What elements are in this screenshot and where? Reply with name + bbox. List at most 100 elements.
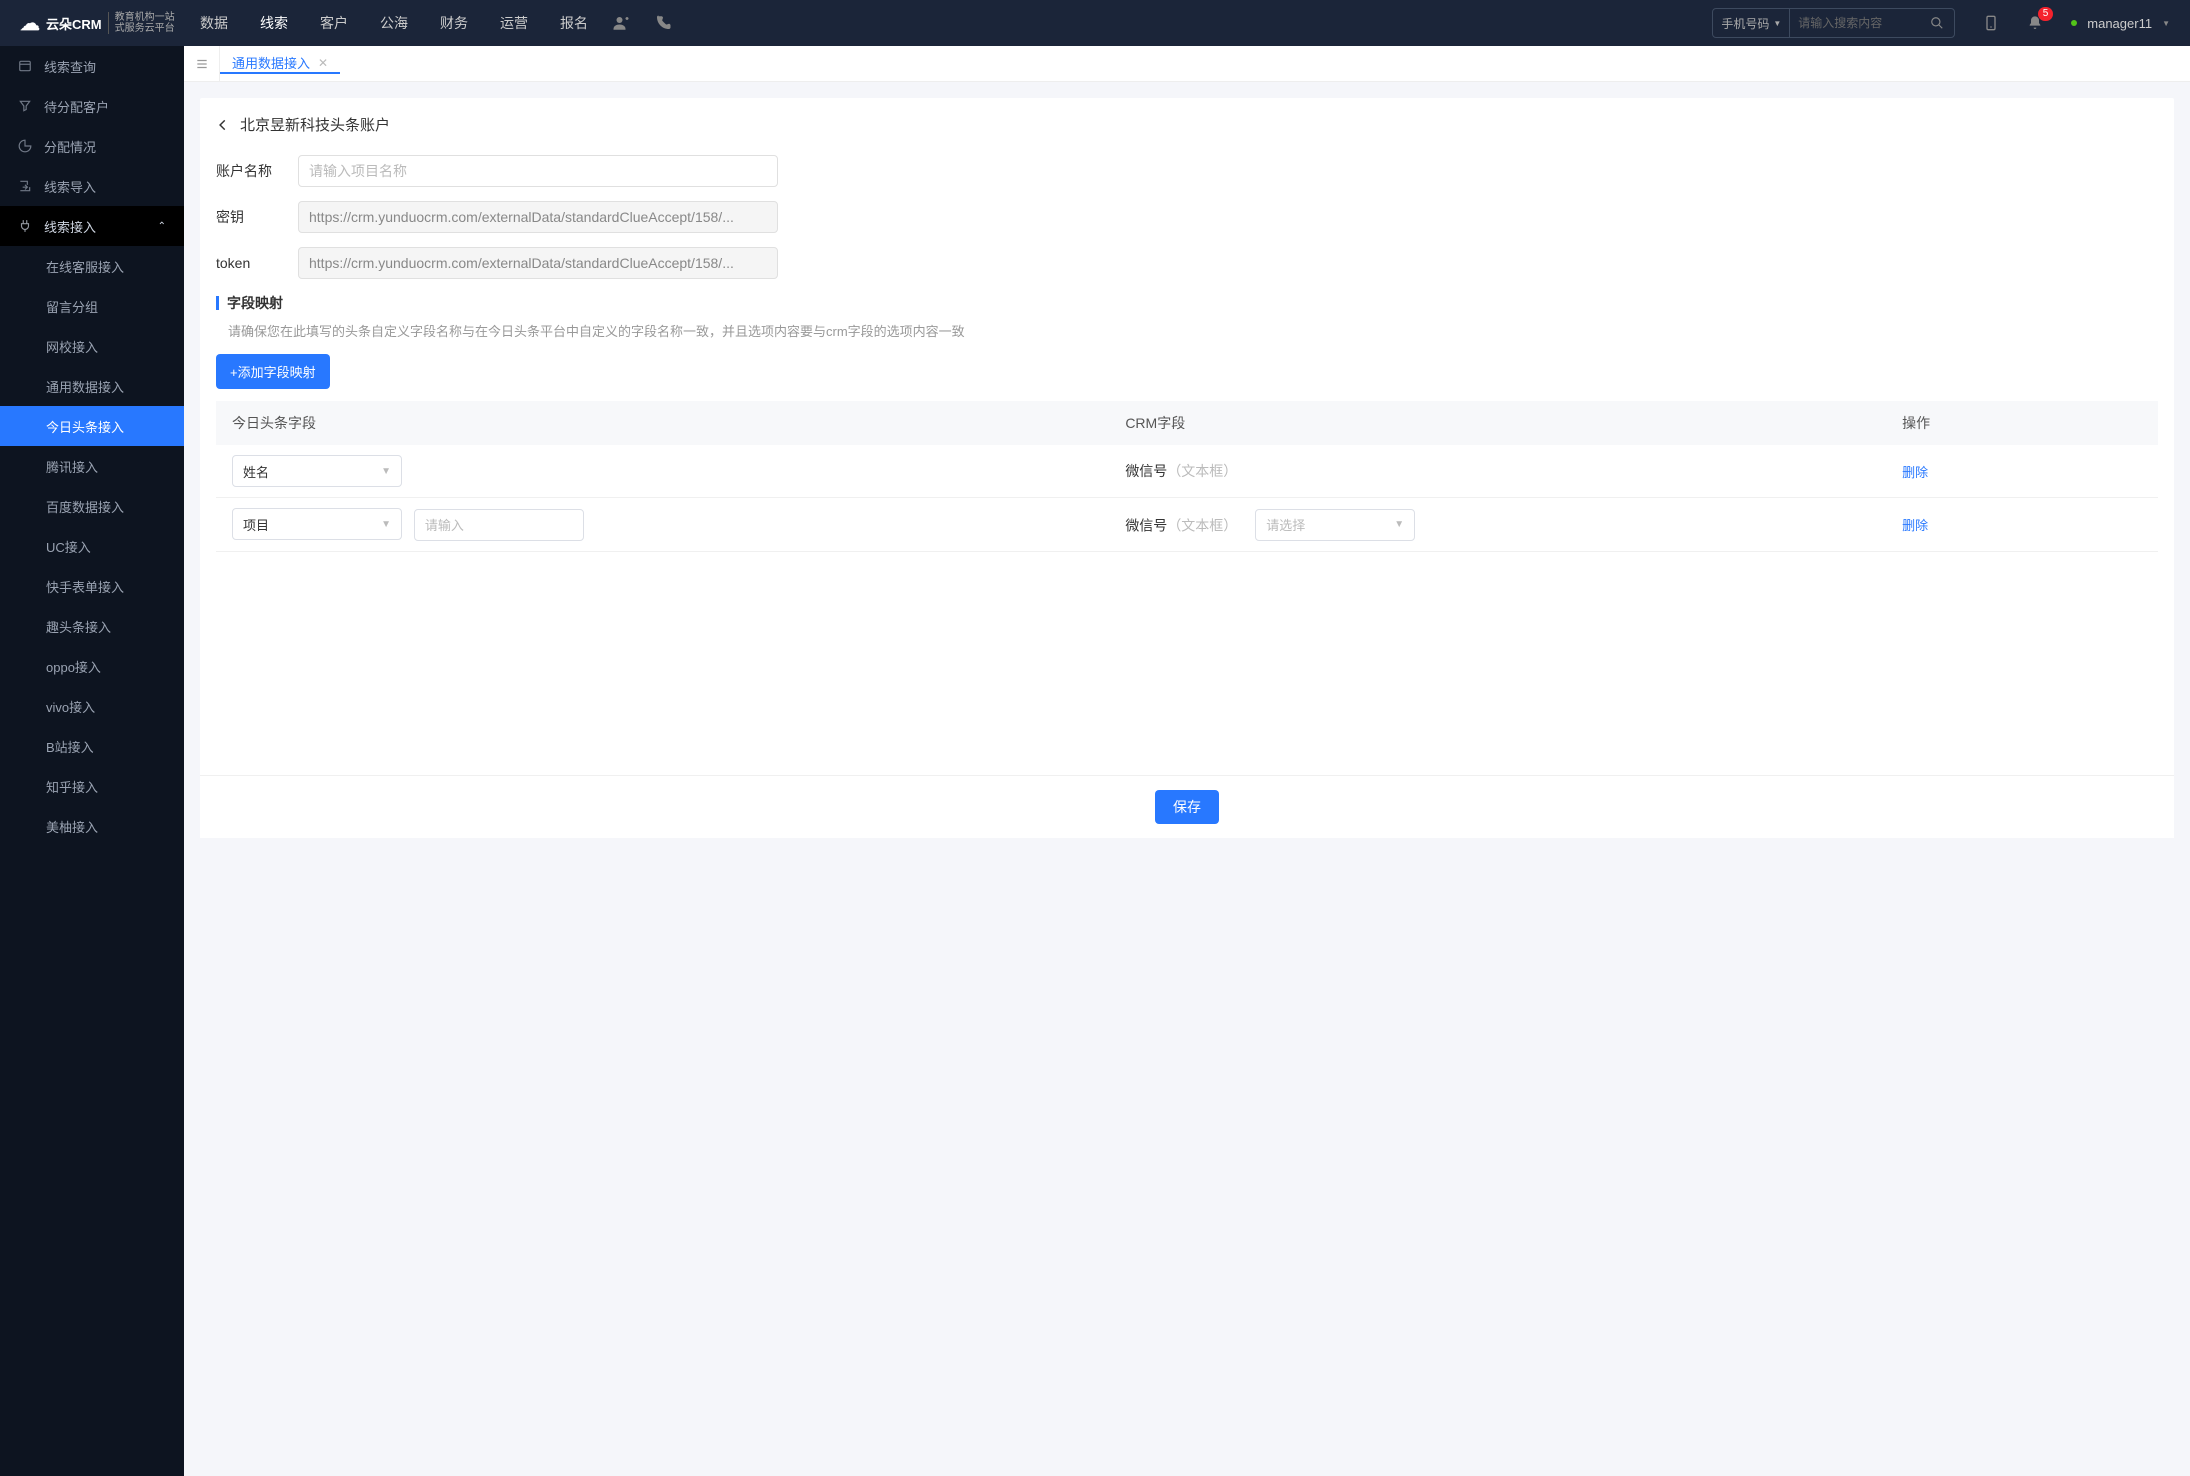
sidebar-item[interactable]: 线索导入 bbox=[0, 166, 184, 206]
import-icon bbox=[18, 179, 32, 193]
add-mapping-button[interactable]: +添加字段映射 bbox=[216, 354, 330, 389]
sidebar-sub-item[interactable]: 腾讯接入 bbox=[0, 446, 184, 486]
header-right-icons: 5 bbox=[1983, 15, 2043, 31]
search-button[interactable] bbox=[1920, 16, 1954, 30]
tab[interactable]: 通用数据接入✕ bbox=[220, 53, 340, 74]
search-input[interactable] bbox=[1790, 16, 1920, 30]
crm-field-label: 微信号 bbox=[1125, 463, 1167, 479]
nav-item[interactable]: 线索 bbox=[260, 13, 288, 33]
nav-item[interactable]: 客户 bbox=[320, 13, 348, 33]
logo-brand: 云朵CRM bbox=[46, 14, 102, 33]
sidebar-sub-item[interactable]: 快手表单接入 bbox=[0, 566, 184, 606]
account-name-label: 账户名称 bbox=[216, 161, 286, 181]
sidebar-sub-item[interactable]: 通用数据接入 bbox=[0, 366, 184, 406]
token-input[interactable] bbox=[298, 247, 778, 279]
tabs-collapse-icon[interactable] bbox=[184, 46, 220, 81]
chevron-up-icon: ⌃ bbox=[158, 221, 166, 232]
breadcrumb: 北京昱新科技头条账户 bbox=[216, 114, 2158, 135]
secret-label: 密钥 bbox=[216, 207, 286, 227]
sidebar-sub-item[interactable]: 百度数据接入 bbox=[0, 486, 184, 526]
headline-field-select[interactable]: 姓名▼ bbox=[232, 455, 402, 487]
headline-field-input[interactable] bbox=[414, 509, 584, 541]
nav-item[interactable]: 运营 bbox=[500, 13, 528, 33]
sidebar: 线索查询待分配客户分配情况线索导入线索接入⌃在线客服接入留言分组网校接入通用数据… bbox=[0, 46, 184, 1476]
sidebar-sub-item[interactable]: 网校接入 bbox=[0, 326, 184, 366]
content: 北京昱新科技头条账户 账户名称 密钥 token 字段映射 请确保您在此填写的头… bbox=[184, 82, 2190, 1476]
chevron-down-icon: ▼ bbox=[2162, 19, 2170, 28]
mobile-icon[interactable] bbox=[1983, 15, 1999, 31]
user-menu[interactable]: manager11 ▼ bbox=[2071, 16, 2170, 31]
footer-bar: 保存 bbox=[200, 775, 2174, 838]
top-nav: 数据 线索 客户 公海 财务 运营 报名 bbox=[200, 13, 588, 33]
sidebar-sub-item[interactable]: UC接入 bbox=[0, 526, 184, 566]
global-search: 手机号码 ▼ bbox=[1712, 8, 1955, 38]
token-label: token bbox=[216, 255, 286, 271]
logo: ☁ 云朵CRM 教育机构一站 式服务云平台 bbox=[20, 11, 180, 36]
mapping-table: 今日头条字段 CRM字段 操作 姓名▼微信号（文本框）删除项目▼ 微信号（文本框… bbox=[216, 401, 2158, 552]
chevron-down-icon: ▼ bbox=[1773, 19, 1781, 28]
sidebar-sub-item[interactable]: 知乎接入 bbox=[0, 766, 184, 806]
table-row: 姓名▼ 微信号（文本框） 删除 bbox=[216, 445, 2158, 498]
col-crm: CRM字段 bbox=[1109, 401, 1886, 445]
sidebar-item[interactable]: 分配情况 bbox=[0, 126, 184, 166]
col-headline: 今日头条字段 bbox=[216, 401, 1109, 445]
mapping-title: 字段映射 bbox=[227, 293, 283, 313]
pie-icon bbox=[18, 139, 32, 153]
sidebar-item[interactable]: 待分配客户 bbox=[0, 86, 184, 126]
sidebar-sub-item[interactable]: 今日头条接入 bbox=[0, 406, 184, 446]
top-nav-icons bbox=[612, 14, 672, 32]
delete-link[interactable]: 删除 bbox=[1902, 518, 1928, 533]
tabs-bar: 通用数据接入✕ bbox=[184, 46, 2190, 82]
mapping-section-header: 字段映射 bbox=[216, 293, 2158, 313]
secret-row: 密钥 bbox=[216, 201, 2158, 233]
chevron-down-icon: ▼ bbox=[381, 519, 391, 530]
secret-input[interactable] bbox=[298, 201, 778, 233]
app-header: ☁ 云朵CRM 教育机构一站 式服务云平台 数据 线索 客户 公海 财务 运营 报名 手机号… bbox=[0, 0, 2190, 46]
page-title: 北京昱新科技头条账户 bbox=[240, 114, 390, 135]
sidebar-sub-item[interactable]: B站接入 bbox=[0, 726, 184, 766]
chevron-down-icon: ▼ bbox=[381, 466, 391, 477]
sidebar-item[interactable]: 线索查询 bbox=[0, 46, 184, 86]
list-icon bbox=[18, 59, 32, 73]
crm-field-hint: （文本框） bbox=[1167, 517, 1237, 533]
table-row: 项目▼ 微信号（文本框） 请选择▼ 删除 bbox=[216, 498, 2158, 552]
chevron-down-icon: ▼ bbox=[1394, 519, 1404, 530]
search-type-select[interactable]: 手机号码 ▼ bbox=[1713, 9, 1790, 37]
sidebar-sub-item[interactable]: 在线客服接入 bbox=[0, 246, 184, 286]
logo-subtitle: 教育机构一站 式服务云平台 bbox=[108, 12, 175, 34]
nav-item[interactable]: 报名 bbox=[560, 13, 588, 33]
notification-badge: 5 bbox=[2038, 7, 2054, 21]
nav-item[interactable]: 数据 bbox=[200, 13, 228, 33]
logo-icon: ☁ bbox=[20, 11, 40, 36]
sidebar-sub-item[interactable]: 留言分组 bbox=[0, 286, 184, 326]
filter-icon bbox=[18, 99, 32, 113]
sidebar-sub-item[interactable]: oppo接入 bbox=[0, 646, 184, 686]
crm-field-select[interactable]: 请选择▼ bbox=[1255, 509, 1415, 541]
sidebar-sub-item[interactable]: 美柚接入 bbox=[0, 806, 184, 846]
save-button[interactable]: 保存 bbox=[1155, 790, 1219, 824]
page-card: 北京昱新科技头条账户 账户名称 密钥 token 字段映射 请确保您在此填写的头… bbox=[200, 98, 2174, 838]
token-row: token bbox=[216, 247, 2158, 279]
nav-item[interactable]: 财务 bbox=[440, 13, 468, 33]
main: 通用数据接入✕ 北京昱新科技头条账户 账户名称 密钥 token bbox=[184, 46, 2190, 1476]
crm-field-hint: （文本框） bbox=[1167, 463, 1237, 479]
sidebar-sub-item[interactable]: 趣头条接入 bbox=[0, 606, 184, 646]
status-dot-icon bbox=[2071, 20, 2077, 26]
crm-field-label: 微信号 bbox=[1125, 517, 1167, 533]
close-icon[interactable]: ✕ bbox=[318, 56, 328, 70]
section-bar-icon bbox=[216, 296, 219, 310]
sidebar-item[interactable]: 线索接入⌃ bbox=[0, 206, 184, 246]
username: manager11 bbox=[2087, 16, 2152, 31]
user-add-icon[interactable] bbox=[612, 14, 630, 32]
delete-link[interactable]: 删除 bbox=[1902, 465, 1928, 480]
account-name-row: 账户名称 bbox=[216, 155, 2158, 187]
headline-field-select[interactable]: 项目▼ bbox=[232, 508, 402, 540]
phone-icon[interactable] bbox=[654, 14, 672, 32]
plug-icon bbox=[18, 219, 32, 233]
account-name-input[interactable] bbox=[298, 155, 778, 187]
bell-icon[interactable]: 5 bbox=[2027, 15, 2043, 31]
col-op: 操作 bbox=[1886, 401, 2158, 445]
back-icon[interactable] bbox=[216, 118, 230, 132]
nav-item[interactable]: 公海 bbox=[380, 13, 408, 33]
sidebar-sub-item[interactable]: vivo接入 bbox=[0, 686, 184, 726]
